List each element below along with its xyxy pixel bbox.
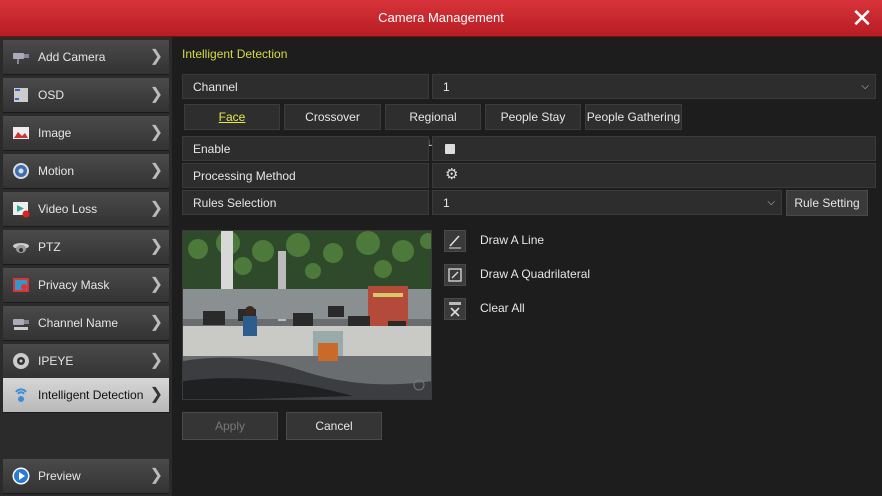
processing-method-label: Processing Method [182,163,429,188]
chevron-right-icon: ❯ [149,162,163,179]
sidebar-item-video-loss[interactable]: Video Loss ❯ [3,192,169,227]
rule-setting-button[interactable]: Rule Setting [786,190,868,216]
privacy-mask-icon [13,278,29,292]
title-bar: Camera Management ✕ [0,0,882,37]
clear-all-tool[interactable]: Clear All [444,298,674,320]
main-panel: Intelligent Detection Channel 1 ⌵ Face C… [172,37,882,496]
osd-icon [14,88,28,102]
channel-select[interactable]: 1 ⌵ [432,74,876,99]
tab-crossover[interactable]: Crossover [284,104,381,130]
rules-selection-label: Rules Selection [182,190,429,215]
ptz-icon [13,243,29,253]
tab-people-gathering[interactable]: People Gathering [585,104,682,130]
rules-selection-value: 1 [443,196,450,210]
sidebar-item-ptz[interactable]: PTZ ❯ [3,230,169,265]
sidebar-item-label: PTZ [38,240,61,254]
chevron-right-icon: ❯ [149,200,163,217]
chevron-right-icon: ❯ [149,124,163,141]
rules-selection-select[interactable]: 1 ⌵ [432,190,782,215]
enable-label: Enable [182,136,429,161]
tab-face[interactable]: Face [184,104,280,130]
chevron-right-icon: ❯ [149,386,163,403]
rules-selection-row: Rules Selection 1 ⌵ [182,190,782,215]
sidebar-item-preview[interactable]: Preview ❯ [3,459,169,494]
intelligent-detection-icon [15,388,27,402]
sidebar-item-label: Motion [38,164,75,178]
sidebar-item-image[interactable]: Image ❯ [3,116,169,151]
sidebar-item-add-camera[interactable]: Add Camera ❯ [3,40,169,75]
tab-people-stay[interactable]: People Stay [485,104,581,130]
gear-icon[interactable]: ⚙ [445,167,458,183]
enable-checkbox[interactable] [445,144,455,154]
sidebar-item-label: OSD [38,88,65,102]
chevron-right-icon: ❯ [149,276,163,293]
chevron-right-icon: ❯ [149,467,163,484]
camera-icon [13,53,29,64]
close-icon[interactable]: ✕ [848,4,876,32]
draw-line-icon [444,230,466,252]
processing-method-row: Processing Method ⚙ [182,163,876,188]
sidebar-item-label: Add Camera [38,50,106,64]
chevron-right-icon: ❯ [149,314,163,331]
window-title: Camera Management [378,10,504,25]
video-loss-icon [13,202,30,218]
channel-label: Channel [182,74,429,99]
sidebar-item-motion[interactable]: Motion ❯ [3,154,169,189]
ipeye-icon [13,353,29,369]
sidebar-item-label: IPEYE [38,354,74,368]
sidebar-item-privacy-mask[interactable]: Privacy Mask ❯ [3,268,169,303]
channel-name-icon [13,319,29,330]
sidebar-item-intelligent-detection[interactable]: Intelligent Detection ❯ [3,378,169,413]
sidebar-item-label: Channel Name [38,316,119,330]
sidebar-item-channel-name[interactable]: Channel Name ❯ [3,306,169,341]
motion-icon [13,163,29,179]
play-icon [12,467,30,485]
clear-all-label: Clear All [480,301,525,315]
apply-button[interactable]: Apply [182,412,278,440]
sidebar-item-label: Privacy Mask [38,278,110,292]
camera-preview[interactable] [182,230,432,400]
image-icon [13,127,29,139]
tab-regional-intrusion[interactable]: Regional Intrusion [385,104,481,149]
section-title: Intelligent Detection [182,47,288,61]
draw-line-label: Draw A Line [480,233,545,247]
channel-value: 1 [443,80,450,94]
sidebar: Add Camera ❯ OSD ❯ Image ❯ Motion ❯ Vide… [0,37,172,496]
draw-quadrilateral-icon [444,264,466,286]
sidebar-item-label: Image [38,126,72,140]
chevron-right-icon: ❯ [149,352,163,369]
camera-preview-image [183,231,431,399]
enable-field [432,136,876,161]
chevron-down-icon: ⌵ [861,81,869,92]
processing-method-field: ⚙ [432,163,876,188]
sidebar-item-label: Preview [38,469,81,483]
sidebar-item-ipeye[interactable]: IPEYE ❯ [3,344,169,379]
chevron-right-icon: ❯ [149,48,163,65]
enable-row: Enable [182,136,876,161]
draw-line-tool[interactable]: Draw A Line [444,230,674,252]
chevron-right-icon: ❯ [149,86,163,103]
clear-all-icon [444,298,466,320]
chevron-down-icon: ⌵ [767,197,775,208]
cancel-button[interactable]: Cancel [286,412,382,440]
chevron-right-icon: ❯ [149,238,163,255]
channel-row: Channel 1 ⌵ [182,74,876,99]
draw-quadrilateral-tool[interactable]: Draw A Quadrilateral [444,264,674,286]
sidebar-item-label: Intelligent Detection [38,388,144,402]
sidebar-item-osd[interactable]: OSD ❯ [3,78,169,113]
sidebar-item-label: Video Loss [38,202,98,216]
draw-quadrilateral-label: Draw A Quadrilateral [480,267,591,281]
